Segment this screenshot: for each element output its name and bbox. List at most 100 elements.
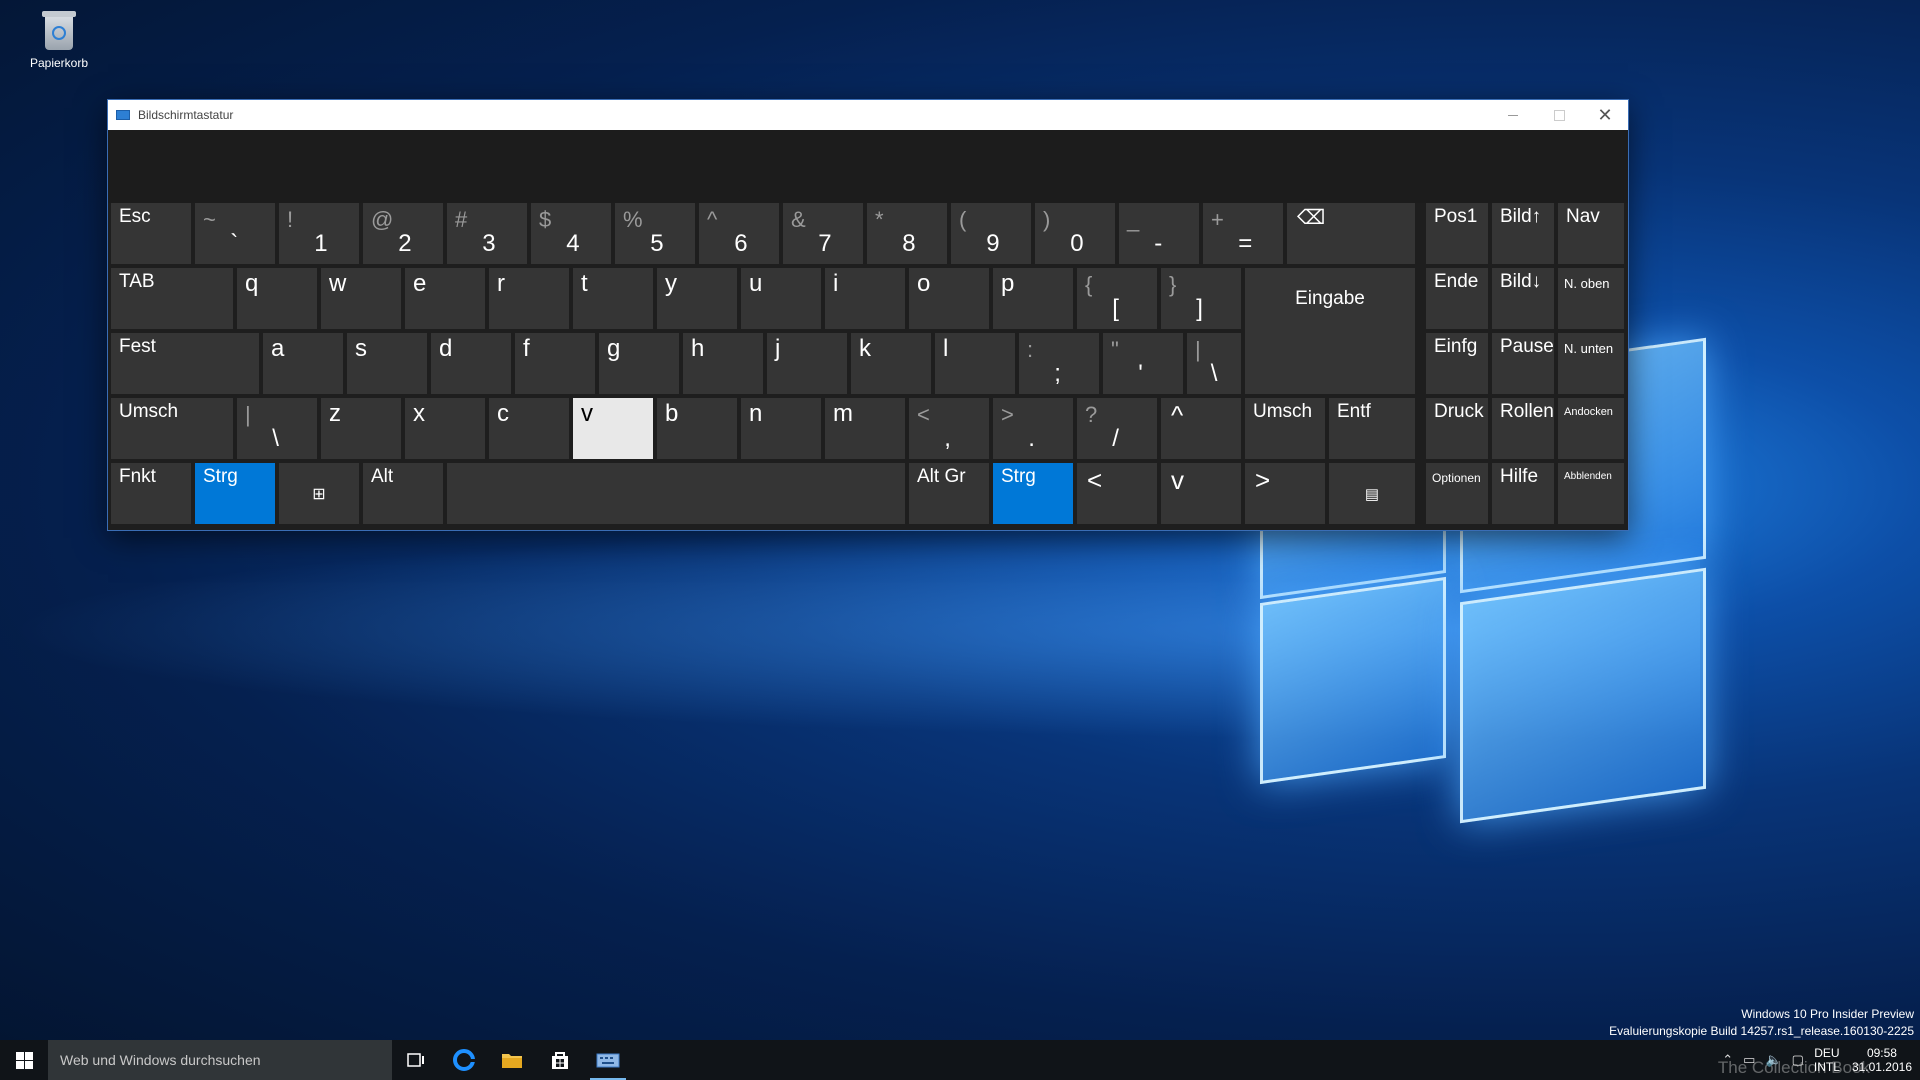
- key-alt[interactable]: Alt: [363, 463, 443, 524]
- options-button[interactable]: Optionen: [1426, 463, 1488, 524]
- volume-icon[interactable]: 🔈: [1765, 1052, 1781, 1068]
- key-home[interactable]: Pos1: [1426, 203, 1488, 264]
- key-equal[interactable]: + =: [1203, 203, 1283, 264]
- dock-button[interactable]: Andocken: [1558, 398, 1624, 459]
- key-m[interactable]: m: [825, 398, 905, 459]
- key-8[interactable]: * 8: [867, 203, 947, 264]
- key-scroll-lock[interactable]: Rollen: [1492, 398, 1554, 459]
- title-bar[interactable]: Bildschirmtastatur ✕: [108, 100, 1628, 130]
- key-n[interactable]: n: [741, 398, 821, 459]
- key-q[interactable]: q: [237, 268, 317, 329]
- key-u[interactable]: u: [741, 268, 821, 329]
- key-nav-down[interactable]: N. unten: [1558, 333, 1624, 394]
- key-4[interactable]: $4: [531, 203, 611, 264]
- key-semicolon[interactable]: :;: [1019, 333, 1099, 394]
- key-windows[interactable]: ⊞: [279, 463, 359, 524]
- key-enter-lower[interactable]: [1245, 329, 1415, 394]
- start-button[interactable]: [0, 1040, 48, 1080]
- key-comma[interactable]: <,: [909, 398, 989, 459]
- key-9[interactable]: (9: [951, 203, 1031, 264]
- key-slash[interactable]: ? /: [1077, 398, 1157, 459]
- key-right-ctrl[interactable]: Strg: [993, 463, 1073, 524]
- key-d[interactable]: d: [431, 333, 511, 394]
- key-lbracket[interactable]: {[: [1077, 268, 1157, 329]
- help-button[interactable]: Hilfe: [1492, 463, 1554, 524]
- key-pgup[interactable]: Bild↑: [1492, 203, 1554, 264]
- key-right-shift[interactable]: Umsch: [1245, 398, 1325, 459]
- maximize-button[interactable]: [1536, 100, 1582, 130]
- key-esc[interactable]: Esc: [111, 203, 191, 264]
- key-rbracket[interactable]: }]: [1161, 268, 1241, 329]
- key-minus[interactable]: _ -: [1119, 203, 1199, 264]
- chevron-up-icon[interactable]: ⌃: [1722, 1052, 1733, 1068]
- key-r[interactable]: r: [489, 268, 569, 329]
- key-insert[interactable]: Einfg: [1426, 333, 1488, 394]
- key-right-arrow[interactable]: >: [1245, 463, 1325, 524]
- input-language[interactable]: DEU INTL: [1814, 1046, 1840, 1074]
- key-left-ctrl[interactable]: Strg: [195, 463, 275, 524]
- task-view-button[interactable]: [392, 1040, 440, 1080]
- key-s[interactable]: s: [347, 333, 427, 394]
- key-menu[interactable]: ▤: [1329, 463, 1415, 524]
- key-6[interactable]: ^ 6: [699, 203, 779, 264]
- key-i[interactable]: i: [825, 268, 905, 329]
- key-k[interactable]: k: [851, 333, 931, 394]
- recycle-bin[interactable]: Papierkorb: [22, 8, 96, 70]
- key-tab[interactable]: TAB: [111, 268, 233, 329]
- key-fn[interactable]: Fnkt: [111, 463, 191, 524]
- key-print[interactable]: Druck: [1426, 398, 1488, 459]
- key-period[interactable]: >.: [993, 398, 1073, 459]
- key-w[interactable]: w: [321, 268, 401, 329]
- key-left-shift[interactable]: Umsch: [111, 398, 233, 459]
- key-5[interactable]: % 5: [615, 203, 695, 264]
- key-t[interactable]: t: [573, 268, 653, 329]
- key-v[interactable]: v: [573, 398, 653, 459]
- key-nav-up[interactable]: N. oben: [1558, 268, 1624, 329]
- key-a[interactable]: a: [263, 333, 343, 394]
- key-pgdn[interactable]: Bild↓: [1492, 268, 1554, 329]
- key-backslash[interactable]: | \: [1187, 333, 1241, 394]
- key-oem-backslash[interactable]: | \: [237, 398, 317, 459]
- close-button[interactable]: ✕: [1582, 100, 1628, 130]
- key-backspace[interactable]: ⌫: [1287, 203, 1415, 264]
- key-e[interactable]: e: [405, 268, 485, 329]
- key-j[interactable]: j: [767, 333, 847, 394]
- key-capslock[interactable]: Fest: [111, 333, 259, 394]
- store-button[interactable]: [536, 1040, 584, 1080]
- key-end[interactable]: Ende: [1426, 268, 1488, 329]
- key-up[interactable]: ^: [1161, 398, 1241, 459]
- search-box[interactable]: Web und Windows durchsuchen: [48, 1040, 392, 1080]
- key-altgr[interactable]: Alt Gr: [909, 463, 989, 524]
- key-z[interactable]: z: [321, 398, 401, 459]
- key-f[interactable]: f: [515, 333, 595, 394]
- key-enter[interactable]: Eingabe: [1245, 268, 1415, 329]
- fade-button[interactable]: Abblenden: [1558, 463, 1624, 524]
- osk-taskbar-button[interactable]: [584, 1040, 632, 1080]
- key-backtick[interactable]: ~ `: [195, 203, 275, 264]
- key-left-arrow[interactable]: <: [1077, 463, 1157, 524]
- key-quote[interactable]: " ': [1103, 333, 1183, 394]
- key-h[interactable]: h: [683, 333, 763, 394]
- key-c[interactable]: c: [489, 398, 569, 459]
- key-space[interactable]: [447, 463, 905, 524]
- key-y[interactable]: y: [657, 268, 737, 329]
- key-nav[interactable]: Nav: [1558, 203, 1624, 264]
- key-b[interactable]: b: [657, 398, 737, 459]
- key-p[interactable]: p: [993, 268, 1073, 329]
- key-delete[interactable]: Entf: [1329, 398, 1415, 459]
- key-x[interactable]: x: [405, 398, 485, 459]
- notification-icon[interactable]: ▢: [1792, 1052, 1804, 1068]
- key-2[interactable]: @2: [363, 203, 443, 264]
- network-icon[interactable]: ▭: [1743, 1052, 1755, 1068]
- key-l[interactable]: l: [935, 333, 1015, 394]
- key-7[interactable]: & 7: [783, 203, 863, 264]
- key-1[interactable]: ! 1: [279, 203, 359, 264]
- file-explorer-button[interactable]: [488, 1040, 536, 1080]
- key-pause[interactable]: Pause: [1492, 333, 1554, 394]
- key-o[interactable]: o: [909, 268, 989, 329]
- edge-button[interactable]: [440, 1040, 488, 1080]
- key-g[interactable]: g: [599, 333, 679, 394]
- key-3[interactable]: #3: [447, 203, 527, 264]
- key-down-arrow[interactable]: v: [1161, 463, 1241, 524]
- key-0[interactable]: ) 0: [1035, 203, 1115, 264]
